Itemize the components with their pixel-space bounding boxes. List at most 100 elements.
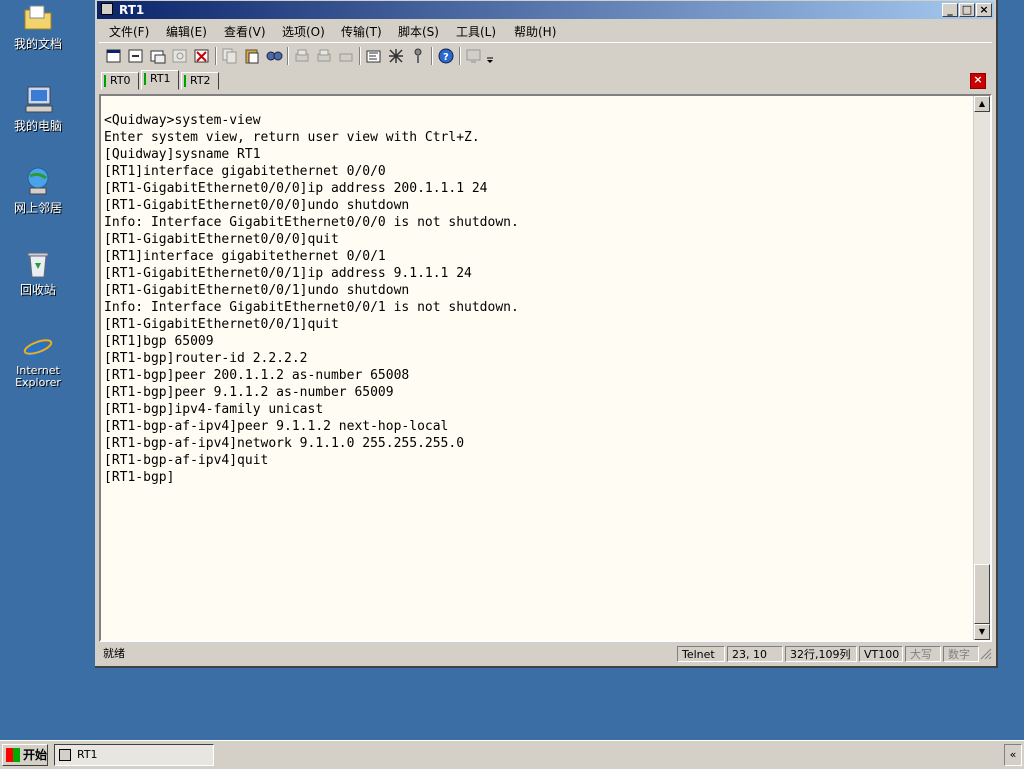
- disconnect-icon[interactable]: [193, 47, 211, 65]
- terminal-line: [RT1]interface gigabitethernet 0/0/0: [104, 164, 386, 179]
- tab-rt1[interactable]: RT1: [141, 70, 179, 90]
- print-setup-icon[interactable]: [315, 47, 333, 65]
- terminal-line: [RT1-bgp-af-ipv4]quit: [104, 453, 269, 468]
- scroll-thumb[interactable]: [974, 564, 990, 624]
- desktop-icon-label: 我的文档: [13, 37, 62, 51]
- minimize-button[interactable]: _: [942, 3, 958, 17]
- resize-grip-icon[interactable]: [980, 648, 992, 660]
- status-terminal-size: 32行,109列: [785, 646, 857, 662]
- status-emulation: VT100: [859, 646, 903, 662]
- desktop-icon-recycle-bin[interactable]: 回收站: [4, 248, 72, 297]
- menu-tools[interactable]: 工具(L): [456, 23, 496, 40]
- tab-rt2[interactable]: RT2: [181, 72, 219, 90]
- session-tabs: RT0 RT1 RT2 ×: [99, 70, 992, 92]
- paste-icon[interactable]: [243, 47, 261, 65]
- desktop-icon-label: 我的电脑: [13, 119, 62, 133]
- close-tab-icon[interactable]: ×: [970, 73, 986, 89]
- taskbar-item-label: RT1: [77, 748, 98, 761]
- terminal-line: [RT1-GigabitEthernet0/0/0]ip address 200…: [104, 181, 488, 196]
- menu-help[interactable]: 帮助(H): [514, 23, 556, 40]
- menu-view[interactable]: 查看(V): [224, 23, 266, 40]
- terminal-window: RT1 _ □ × 文件(F) 编辑(E) 查看(V) 选项(O) 传输(T) …: [95, 0, 998, 668]
- terminal-line: [RT1-bgp]: [104, 470, 175, 485]
- terminal-line: [RT1-bgp]peer 200.1.1.2 as-number 65008: [104, 368, 410, 383]
- terminal-line: [Quidway]sysname RT1: [104, 147, 261, 162]
- taskbar: 开始 RT1 «: [0, 740, 1024, 769]
- menu-options[interactable]: 选项(O): [282, 23, 325, 40]
- tab-status-indicator: [184, 75, 186, 87]
- toolbar-separator: [287, 47, 289, 65]
- terminal-line: [RT1-GigabitEthernet0/0/1]ip address 9.1…: [104, 266, 472, 281]
- desktop-icon-label: 回收站: [19, 283, 56, 297]
- tab-status-indicator: [104, 75, 106, 87]
- find-icon[interactable]: [265, 47, 283, 65]
- tab-label: RT2: [190, 74, 211, 87]
- print-selection-icon[interactable]: [337, 47, 355, 65]
- network-places-icon: [22, 166, 54, 198]
- scroll-down-button[interactable]: ▼: [974, 624, 990, 640]
- global-options-icon[interactable]: [387, 47, 405, 65]
- terminal-output-area[interactable]: <Quidway>system-view Enter system view, r…: [99, 94, 992, 642]
- close-button[interactable]: ×: [976, 3, 992, 17]
- tab-label: RT1: [150, 72, 171, 85]
- vertical-scrollbar[interactable]: ▲ ▼: [973, 96, 990, 640]
- terminal-line: [RT1-bgp]peer 9.1.1.2 as-number 65009: [104, 385, 394, 400]
- copy-icon[interactable]: [221, 47, 239, 65]
- terminal-line: [RT1-bgp-af-ipv4]peer 9.1.1.2 next-hop-l…: [104, 419, 449, 434]
- start-label: 开始: [23, 748, 48, 762]
- menu-file[interactable]: 文件(F): [109, 23, 149, 40]
- my-documents-icon: [22, 2, 54, 34]
- terminal-line: [RT1-GigabitEthernet0/0/0]quit: [104, 232, 339, 247]
- status-ready: 就绪: [103, 647, 125, 660]
- app-window-icon: [59, 749, 71, 761]
- terminal-line: [RT1-bgp-af-ipv4]network 9.1.1.0 255.255…: [104, 436, 465, 451]
- help-icon[interactable]: ?: [437, 47, 455, 65]
- toolbar-separator: [215, 47, 217, 65]
- print-icon[interactable]: [293, 47, 311, 65]
- status-protocol: Telnet: [677, 646, 725, 662]
- tray-expand-button[interactable]: «: [1004, 744, 1022, 766]
- terminal-line: [RT1-GigabitEthernet0/0/1]quit: [104, 317, 339, 332]
- desktop-icon-my-computer[interactable]: 我的电脑: [4, 84, 72, 133]
- status-num-lock: 数字: [943, 646, 979, 662]
- scroll-up-button[interactable]: ▲: [974, 96, 990, 112]
- menu-script[interactable]: 脚本(S): [398, 23, 439, 40]
- recycle-bin-icon: [22, 248, 54, 280]
- window-title: RT1: [119, 3, 145, 17]
- terminal-line: Info: Interface GigabitEthernet0/0/0 is …: [104, 215, 519, 230]
- app-window-icon: [101, 3, 113, 15]
- svg-text:?: ?: [443, 52, 449, 63]
- desktop-icon-my-documents[interactable]: 我的文档: [4, 2, 72, 51]
- terminal-line: Info: Interface GigabitEthernet0/0/1 is …: [104, 300, 519, 315]
- menu-edit[interactable]: 编辑(E): [166, 23, 207, 40]
- screen-icon[interactable]: [465, 47, 483, 65]
- desktop-icon-label: 网上邻居: [13, 201, 62, 215]
- toolbar: ?: [99, 42, 992, 69]
- keymap-icon[interactable]: [409, 47, 427, 65]
- desktop-icon-internet-explorer[interactable]: e Internet Explorer: [4, 330, 72, 389]
- window-titlebar[interactable]: RT1 _ □ ×: [97, 1, 994, 19]
- more-icon[interactable]: [485, 47, 495, 65]
- terminal-line: [RT1-bgp]ipv4-family unicast: [104, 402, 324, 417]
- status-cursor-position: 23, 10: [727, 646, 783, 662]
- terminal-line: [RT1-GigabitEthernet0/0/0]undo shutdown: [104, 198, 410, 213]
- status-caps-lock: 大写: [905, 646, 941, 662]
- status-bar: 就绪 Telnet 23, 10 32行,109列 VT100 大写 数字: [99, 644, 992, 664]
- menu-transfer[interactable]: 传输(T): [341, 23, 382, 40]
- reconnect-icon[interactable]: [171, 47, 189, 65]
- toolbar-separator: [359, 47, 361, 65]
- session-options-icon[interactable]: [365, 47, 383, 65]
- connect-icon[interactable]: [127, 47, 145, 65]
- toolbar-separator: [459, 47, 461, 65]
- taskbar-item-rt1[interactable]: RT1: [54, 744, 214, 766]
- quick-connect-icon[interactable]: [149, 47, 167, 65]
- desktop-icon-label: Internet Explorer: [15, 364, 61, 389]
- maximize-button[interactable]: □: [959, 3, 975, 17]
- my-computer-icon: [22, 84, 54, 116]
- terminal-line: Enter system view, return user view with…: [104, 130, 480, 145]
- desktop-icon-network-places[interactable]: 网上邻居: [4, 166, 72, 215]
- tab-rt0[interactable]: RT0: [101, 72, 139, 90]
- new-session-icon[interactable]: [105, 47, 123, 65]
- terminal-line: [RT1]bgp 65009: [104, 334, 214, 349]
- start-button[interactable]: 开始: [2, 744, 48, 766]
